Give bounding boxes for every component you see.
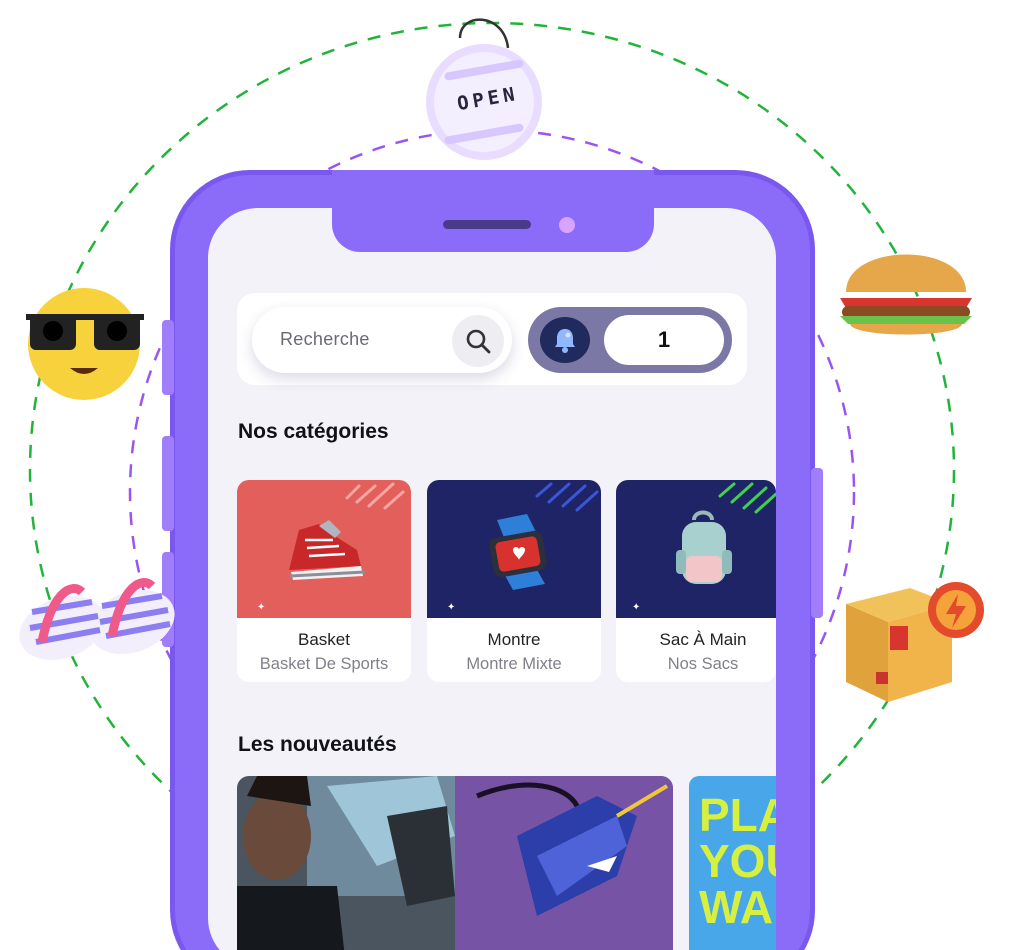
category-title: Sac À Main — [659, 630, 747, 649]
category-subtitle: Basket De Sports — [259, 655, 389, 673]
phone-side-button — [162, 436, 174, 531]
burger-icon — [840, 254, 972, 335]
search-input[interactable]: Recherche — [280, 329, 370, 350]
category-card-sac[interactable]: ✦ Sac À Main Nos Sacs — [616, 480, 776, 682]
notification-count: 1 — [604, 315, 724, 365]
backpack-image: ✦ — [616, 480, 776, 618]
search-bar[interactable]: Recherche — [252, 307, 512, 373]
phone-camera — [559, 217, 575, 233]
search-icon — [466, 329, 491, 354]
delivery-box-icon — [846, 582, 984, 702]
svg-text:✦: ✦ — [632, 602, 640, 613]
poster-line: PLA — [699, 789, 776, 841]
poster-line: WA — [699, 881, 774, 933]
category-subtitle: Montre Mixte — [466, 655, 562, 673]
svg-text:✦: ✦ — [447, 602, 455, 613]
news-title: Les nouveautés — [238, 733, 397, 756]
news-image — [237, 776, 673, 950]
flip-flops-icon — [19, 578, 175, 660]
search-button[interactable] — [452, 315, 504, 367]
phone-speaker — [443, 220, 531, 229]
smartwatch-image: ✦ — [427, 480, 601, 618]
phone-notch — [332, 170, 654, 252]
sunglasses-emoji-icon — [26, 288, 144, 400]
category-card-montre[interactable]: ✦ Montre Montre Mixte — [427, 480, 601, 682]
open-sign: OPEN — [424, 12, 544, 167]
categories-title: Nos catégories — [238, 420, 389, 443]
notification-pill[interactable]: 1 — [528, 307, 732, 373]
category-card-basket[interactable]: ✦ Basket Basket De Sports — [237, 480, 411, 682]
category-title: Montre — [487, 630, 541, 649]
news-card-poster[interactable]: PLA YOU WA — [689, 776, 776, 950]
bell-icon — [555, 329, 575, 353]
phone-side-button — [162, 320, 174, 395]
category-title: Basket — [298, 630, 350, 649]
notification-button[interactable] — [540, 317, 590, 363]
sneaker-image: ✦ — [237, 480, 411, 618]
category-subtitle: Nos Sacs — [667, 655, 739, 673]
phone-power-button — [811, 468, 823, 618]
poster-line: YOU — [699, 835, 776, 887]
news-card-sneaker-promo[interactable] — [237, 776, 673, 950]
svg-text:✦: ✦ — [257, 602, 265, 613]
